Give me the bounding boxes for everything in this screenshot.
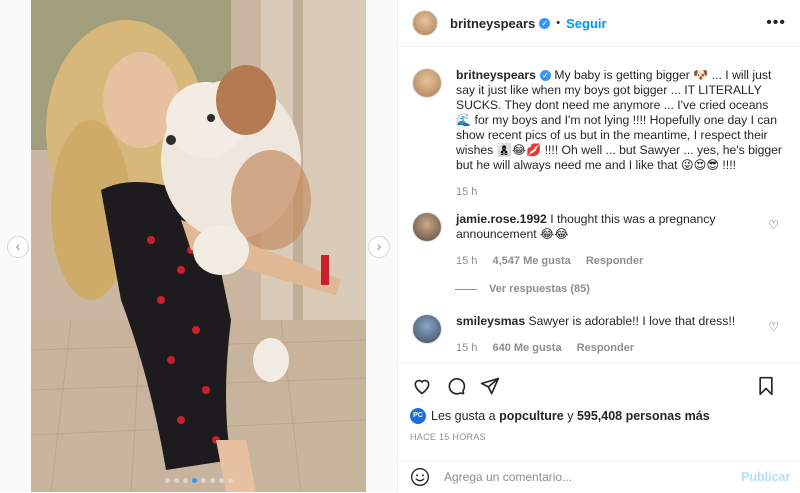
post-date[interactable]: HACE 15 HORAS	[410, 432, 486, 442]
reply-button[interactable]: Responder	[586, 255, 643, 267]
replies-label: Ver respuestas (85)	[489, 283, 590, 295]
comment-meta: 15 h 640 Me gusta Responder	[456, 341, 786, 356]
comment-body: jamie.rose.1992 I thought this was a pre…	[456, 212, 786, 269]
comment-username[interactable]: smileysmas	[456, 314, 525, 328]
comment-time[interactable]: 15 h	[456, 342, 477, 354]
caption-body: britneyspears ✓ My baby is getting bigger…	[456, 68, 786, 200]
carousel-dot	[200, 478, 206, 483]
action-icons	[410, 374, 788, 398]
author-username[interactable]: britneyspears	[450, 16, 535, 31]
caption-username[interactable]: britneyspears	[456, 68, 536, 82]
media-panel: ‹ ›	[0, 0, 397, 492]
post-photo[interactable]	[31, 0, 366, 492]
comment-input[interactable]	[442, 469, 731, 485]
carousel-dot	[218, 478, 224, 483]
previous-photo-button[interactable]: ‹	[7, 236, 29, 258]
like-heart-icon[interactable]	[410, 374, 434, 398]
next-photo-button[interactable]: ›	[368, 236, 390, 258]
carousel-indicator	[0, 478, 397, 483]
details-panel: britneyspears ✓ • Seguir ••• britneyspea…	[397, 0, 800, 492]
liked-by-prefix: Les gusta a	[431, 409, 496, 423]
follow-button[interactable]: Seguir	[566, 16, 606, 31]
replies-divider	[455, 288, 477, 290]
photo-illustration	[31, 0, 366, 492]
comment-time[interactable]: 15 h	[456, 255, 477, 267]
comment-meta: 15 h 4,547 Me gusta Responder	[456, 254, 786, 269]
carousel-dot	[182, 478, 188, 483]
comment-body: smileysmas Sawyer is adorable!! I love t…	[456, 314, 786, 356]
view-replies-button[interactable]: Ver respuestas (85)	[455, 283, 590, 295]
comment-likes[interactable]: 640 Me gusta	[492, 342, 561, 354]
caption-item: britneyspears ✓ My baby is getting bigger…	[412, 68, 787, 200]
commenter-avatar[interactable]	[412, 314, 442, 344]
publish-button[interactable]: Publicar	[741, 470, 790, 484]
commenter-avatar[interactable]	[412, 212, 442, 242]
author-avatar[interactable]	[412, 68, 442, 98]
liked-by-user[interactable]: popculture	[499, 409, 564, 423]
comment-item: smileysmas Sawyer is adorable!! I love t…	[412, 314, 787, 356]
liker-avatar[interactable]: PC	[410, 408, 426, 424]
more-options-icon[interactable]: •••	[766, 14, 786, 32]
post-actions: PC Les gusta a popculture y 595,408 pers…	[398, 363, 800, 492]
save-bookmark-icon[interactable]	[754, 374, 778, 398]
verified-badge-icon: ✓	[539, 70, 551, 82]
post-header: britneyspears ✓ • Seguir •••	[398, 0, 800, 47]
carousel-dot	[164, 478, 170, 483]
comment-text: Sawyer is adorable!! I love that dress!!	[528, 314, 736, 328]
likes-count[interactable]: 595,408 personas más	[577, 409, 710, 423]
comment-bubble-icon[interactable]	[444, 374, 468, 398]
verified-badge-icon: ✓	[539, 17, 551, 29]
comment-likes[interactable]: 4,547 Me gusta	[492, 255, 570, 267]
comment-username[interactable]: jamie.rose.1992	[456, 212, 547, 226]
caption-time[interactable]: 15 h	[456, 186, 477, 198]
caption-meta: 15 h	[456, 185, 786, 200]
separator-dot: •	[556, 17, 561, 29]
carousel-dot	[173, 478, 179, 483]
share-paper-plane-icon[interactable]	[478, 374, 502, 398]
like-comment-heart-icon[interactable]: ♡	[768, 320, 779, 334]
liked-by-connector: y	[567, 409, 574, 423]
comment-composer: Publicar	[398, 460, 800, 493]
carousel-dot	[227, 478, 233, 483]
carousel-dot	[191, 478, 197, 483]
like-comment-heart-icon[interactable]: ♡	[768, 218, 779, 232]
post-view: ‹ › britneyspears ✓ • Seguir ••• britney…	[0, 0, 800, 492]
carousel-dot	[209, 478, 215, 483]
comment-item: jamie.rose.1992 I thought this was a pre…	[412, 212, 787, 269]
emoji-picker-icon[interactable]	[410, 467, 430, 487]
reply-button[interactable]: Responder	[577, 342, 634, 354]
liked-by: PC Les gusta a popculture y 595,408 pers…	[410, 408, 710, 424]
caption-text: My baby is getting bigger 🐶 ... I will j…	[456, 68, 782, 172]
author-avatar[interactable]	[412, 10, 438, 36]
